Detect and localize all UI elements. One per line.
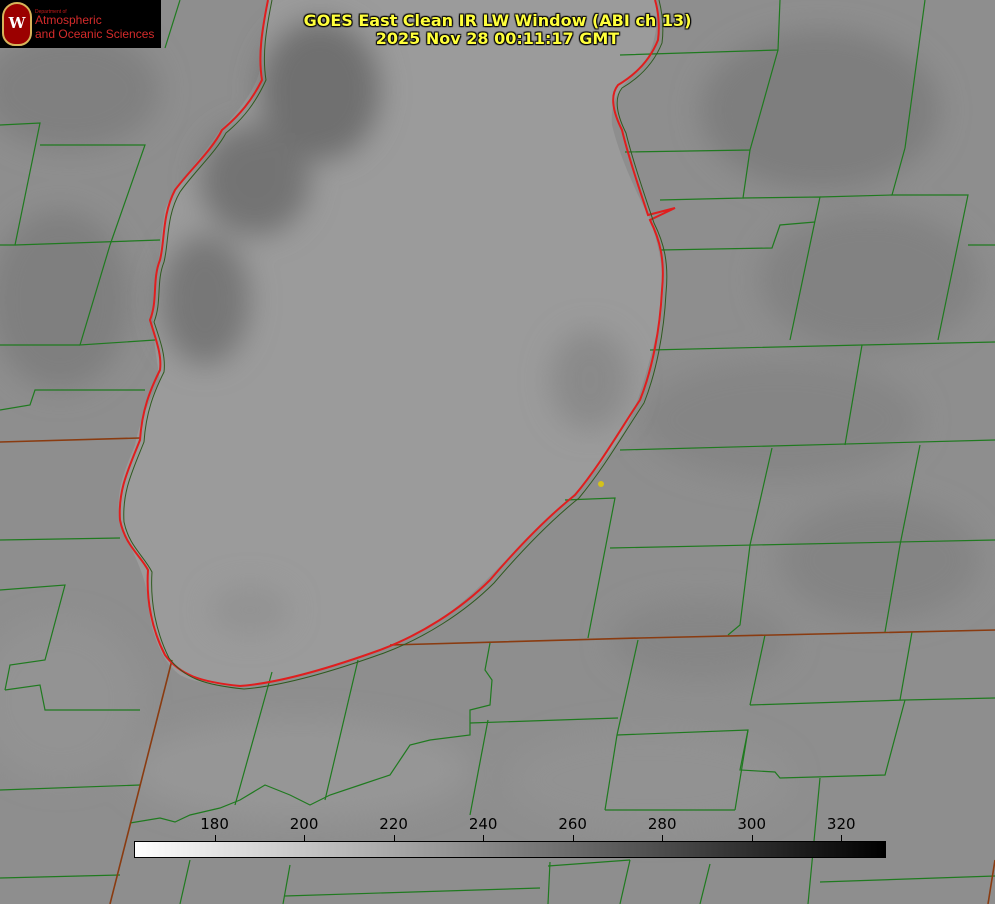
colorbar-tick-label: 220 [379, 815, 408, 833]
station-dot-icon [598, 481, 604, 487]
image-timestamp: 2025 Nov 28 00:11:17 GMT [375, 29, 620, 48]
satellite-image-viewer: W Department of Atmospheric and Oceanic … [0, 0, 995, 904]
colorbar-tick-label: 240 [468, 815, 498, 833]
colorbar-tick-label: 280 [647, 815, 677, 833]
colorbar-tick-mark [841, 835, 842, 841]
colorbar-tick-mark [304, 835, 305, 841]
colorbar-tick-mark [394, 835, 395, 841]
colorbar-tick-mark [752, 835, 753, 841]
colorbar-tick-mark [573, 835, 574, 841]
colorbar-tick-label: 180 [200, 815, 229, 833]
colorbar-tick-label: 300 [737, 815, 767, 833]
colorbar-tick-mark [215, 835, 216, 841]
satellite-map [0, 0, 995, 904]
image-title: GOES East Clean IR LW Window (ABI ch 13) [303, 11, 692, 30]
temperature-colorbar [134, 841, 886, 858]
colorbar-tick-label: 320 [826, 815, 856, 833]
colorbar-tick-mark [483, 835, 484, 841]
colorbar-tick-label: 260 [558, 815, 587, 833]
colorbar-tick-label: 200 [289, 815, 319, 833]
colorbar-tick-mark [662, 835, 663, 841]
